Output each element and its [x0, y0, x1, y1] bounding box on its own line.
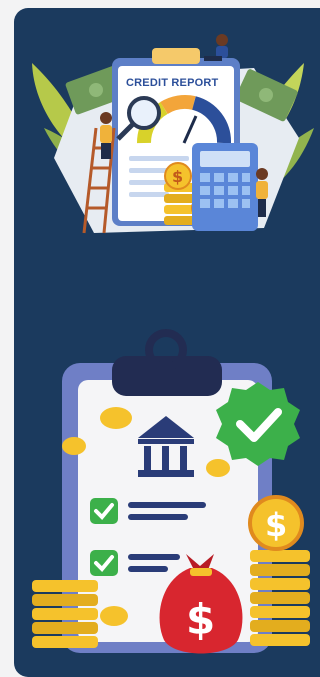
- dollar-symbol: $: [172, 167, 183, 186]
- dollar-coin-icon: $: [248, 495, 304, 551]
- credit-report-illustration: CREDIT REPORT $: [32, 34, 314, 234]
- dollar-symbol: $: [186, 595, 215, 644]
- report-title: CREDIT REPORT: [126, 77, 219, 89]
- coin-stack: [32, 580, 98, 648]
- illustration-card: CREDIT REPORT $ $ $: [14, 8, 320, 677]
- person-figure: [204, 34, 228, 61]
- calculator-icon: [192, 143, 258, 231]
- person-figure: [100, 112, 112, 159]
- dollar-symbol: $: [265, 506, 287, 544]
- coin-stack: [250, 550, 310, 646]
- approval-checklist-illustration: $ $: [32, 329, 310, 654]
